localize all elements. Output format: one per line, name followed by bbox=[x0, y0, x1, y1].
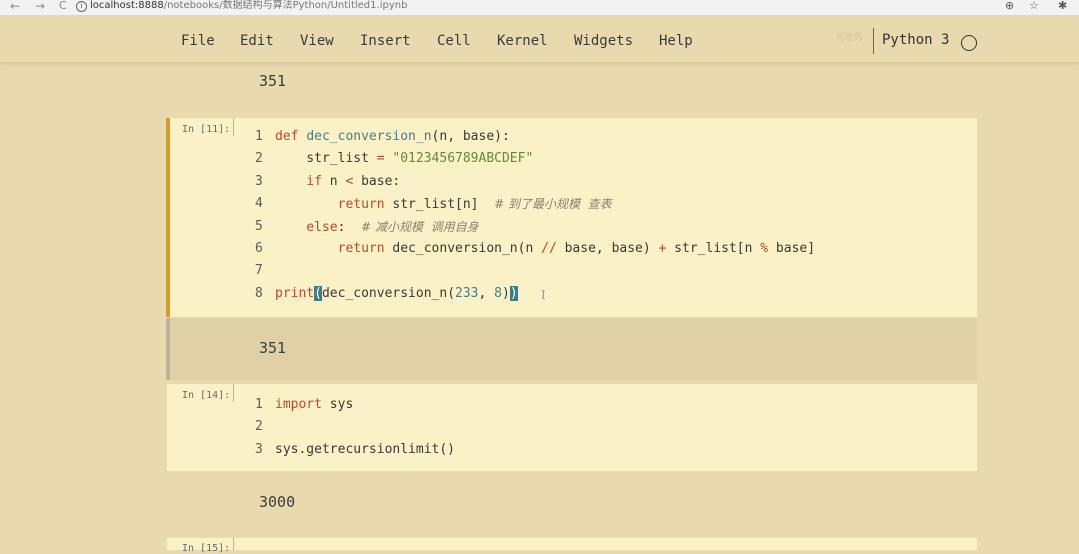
output-collapse-bar[interactable] bbox=[166, 318, 170, 380]
output-text: 351 bbox=[259, 339, 287, 357]
forward-icon[interactable]: → bbox=[35, 0, 45, 12]
selected-cell-bar bbox=[166, 118, 170, 317]
line-number: 2 bbox=[255, 419, 263, 435]
cell-prompt: In [15]: bbox=[182, 543, 231, 554]
code-token: n bbox=[329, 173, 346, 189]
code-token: 8 bbox=[494, 285, 502, 301]
line-number: 4 bbox=[255, 196, 263, 212]
code-cell-15[interactable] bbox=[167, 538, 977, 550]
menu-help[interactable]: Help bbox=[659, 33, 693, 49]
code-token: 233 bbox=[455, 285, 479, 301]
line-number: 3 bbox=[255, 441, 263, 457]
code-token: dec_conversion_n(n bbox=[392, 241, 542, 256]
url-domain: localhost:8888 bbox=[90, 0, 164, 11]
code-token: % bbox=[760, 241, 769, 256]
trusted-indicator[interactable]: 可信的 bbox=[836, 30, 863, 43]
browser-toolbar: ← → C i localhost:8888/notebooks/数据结构与算法… bbox=[0, 0, 1079, 16]
code-token: # 减小规模 调用自身 bbox=[361, 219, 479, 234]
menu-cell[interactable]: Cell bbox=[437, 33, 471, 49]
prompt-divider bbox=[233, 384, 234, 402]
zoom-icon[interactable]: ⊕ bbox=[1005, 0, 1014, 12]
line-number: 1 bbox=[255, 397, 263, 412]
code-token: sys bbox=[329, 397, 354, 412]
code-token: : bbox=[337, 219, 362, 235]
code-token: sys.getrecursionlimit() bbox=[275, 441, 456, 457]
kernel-status-icon bbox=[961, 35, 977, 51]
code-line: else: # 减小规模 调用自身 bbox=[275, 218, 479, 236]
code-token: "0123456789ABCDEF" bbox=[384, 151, 534, 167]
kernel-divider bbox=[873, 28, 874, 54]
code-token: ( bbox=[314, 285, 322, 301]
code-line: return str_list[n] # 到了最小规模 查表 bbox=[275, 195, 612, 213]
menu-file[interactable]: File bbox=[181, 33, 215, 49]
line-number: 5 bbox=[255, 218, 263, 234]
site-info-icon[interactable]: i bbox=[76, 1, 87, 12]
output-text-top: 351 bbox=[259, 72, 287, 90]
code-token: dec_conversion_n bbox=[306, 129, 432, 144]
line-number: 1 bbox=[255, 129, 263, 144]
line-number: 3 bbox=[255, 173, 263, 189]
prompt-divider bbox=[233, 538, 234, 550]
code-token: // bbox=[541, 241, 557, 256]
code-token: base: bbox=[353, 173, 401, 189]
code-token: import bbox=[275, 397, 330, 412]
code-line: sys.getrecursionlimit() bbox=[275, 441, 455, 459]
code-token: def bbox=[275, 129, 307, 144]
notebook-menubar: File Edit View Insert Cell Kernel Widget… bbox=[0, 16, 1079, 63]
code-token: , bbox=[478, 285, 495, 301]
code-token: return bbox=[275, 197, 393, 213]
kernel-name[interactable]: Python 3 bbox=[882, 32, 949, 48]
line-number: 7 bbox=[255, 263, 263, 279]
extensions-icon[interactable]: ✱ bbox=[1058, 0, 1067, 12]
code-line: import sys bbox=[275, 396, 353, 414]
code-line: return dec_conversion_n(n // base, base)… bbox=[275, 240, 815, 258]
code-token: ) bbox=[509, 285, 518, 301]
line-number: 8 bbox=[255, 285, 263, 301]
code-token: = bbox=[376, 151, 385, 167]
menu-widgets[interactable]: Widgets bbox=[574, 33, 633, 49]
code-token: if bbox=[275, 173, 330, 189]
reload-icon[interactable]: C bbox=[59, 0, 67, 12]
code-token: base] bbox=[768, 241, 816, 256]
line-number: 6 bbox=[255, 241, 263, 256]
code-token: print bbox=[275, 285, 315, 301]
code-token: (n, base): bbox=[431, 129, 510, 144]
code-token: str_list[n bbox=[666, 241, 761, 256]
menu-kernel[interactable]: Kernel bbox=[497, 33, 548, 49]
code-token: base, base) bbox=[556, 241, 659, 256]
code-token: str_list bbox=[275, 151, 377, 167]
output-area bbox=[167, 318, 977, 380]
menu-view[interactable]: View bbox=[300, 33, 334, 49]
code-line: if n < base: bbox=[275, 173, 400, 191]
bookmark-star-icon[interactable]: ☆ bbox=[1029, 0, 1039, 12]
address-bar[interactable]: localhost:8888/notebooks/数据结构与算法Python/U… bbox=[90, 0, 407, 12]
back-icon[interactable]: ← bbox=[10, 0, 20, 12]
line-number: 2 bbox=[255, 151, 263, 167]
code-token: dec_conversion_n( bbox=[321, 285, 456, 301]
code-token: # 到了最小规模 查表 bbox=[494, 197, 612, 212]
cell-prompt: In [14]: bbox=[182, 390, 231, 401]
text-cursor-icon: I bbox=[541, 288, 546, 302]
prompt-divider bbox=[233, 118, 234, 136]
code-token: return bbox=[275, 241, 393, 256]
cell-prompt: In [11]: bbox=[182, 124, 231, 135]
code-line: str_list = "0123456789ABCDEF" bbox=[275, 150, 533, 168]
menu-edit[interactable]: Edit bbox=[240, 33, 274, 49]
code-token: str_list[n] bbox=[392, 197, 495, 213]
code-token: ) bbox=[502, 285, 510, 301]
code-line: def dec_conversion_n(n, base): bbox=[275, 128, 510, 146]
code-line: print(dec_conversion_n(233, 8)) bbox=[275, 285, 518, 303]
code-token: else bbox=[275, 219, 338, 235]
url-path: /notebooks/数据结构与算法Python/Untitled1.ipynb bbox=[163, 0, 408, 11]
output-text: 3000 bbox=[259, 493, 296, 511]
menu-insert[interactable]: Insert bbox=[360, 33, 411, 49]
